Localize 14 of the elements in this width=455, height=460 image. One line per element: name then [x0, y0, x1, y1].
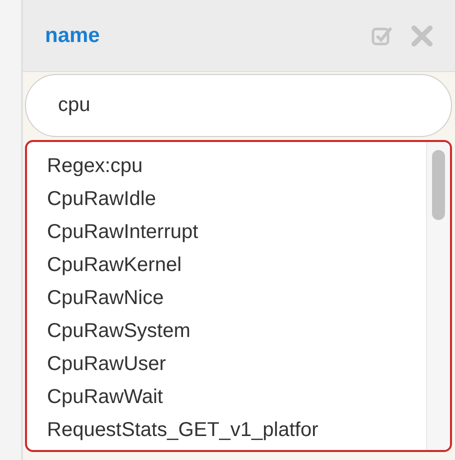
panel-title: name	[45, 24, 101, 48]
list-item[interactable]: CpuRawKernel	[47, 249, 426, 282]
list-item[interactable]: CpuRawNice	[47, 282, 426, 315]
list-item[interactable]: RequestStats_GET_v1_platfor	[47, 414, 426, 447]
list-item[interactable]: Regex:cpu	[47, 150, 426, 183]
list-item[interactable]: CpuRawInterrupt	[47, 216, 426, 249]
edit-checkbox-icon[interactable]	[371, 24, 393, 46]
scrollbar[interactable]	[426, 142, 450, 450]
list-item[interactable]: CpuRawSystem	[47, 315, 426, 348]
list-item[interactable]: CpuRawIdle	[47, 183, 426, 216]
close-icon[interactable]	[411, 24, 433, 46]
list-item[interactable]: CpuRawWait	[47, 381, 426, 414]
search-field[interactable]: cpu	[25, 74, 452, 137]
list-item[interactable]: CpuRawUser	[47, 348, 426, 381]
